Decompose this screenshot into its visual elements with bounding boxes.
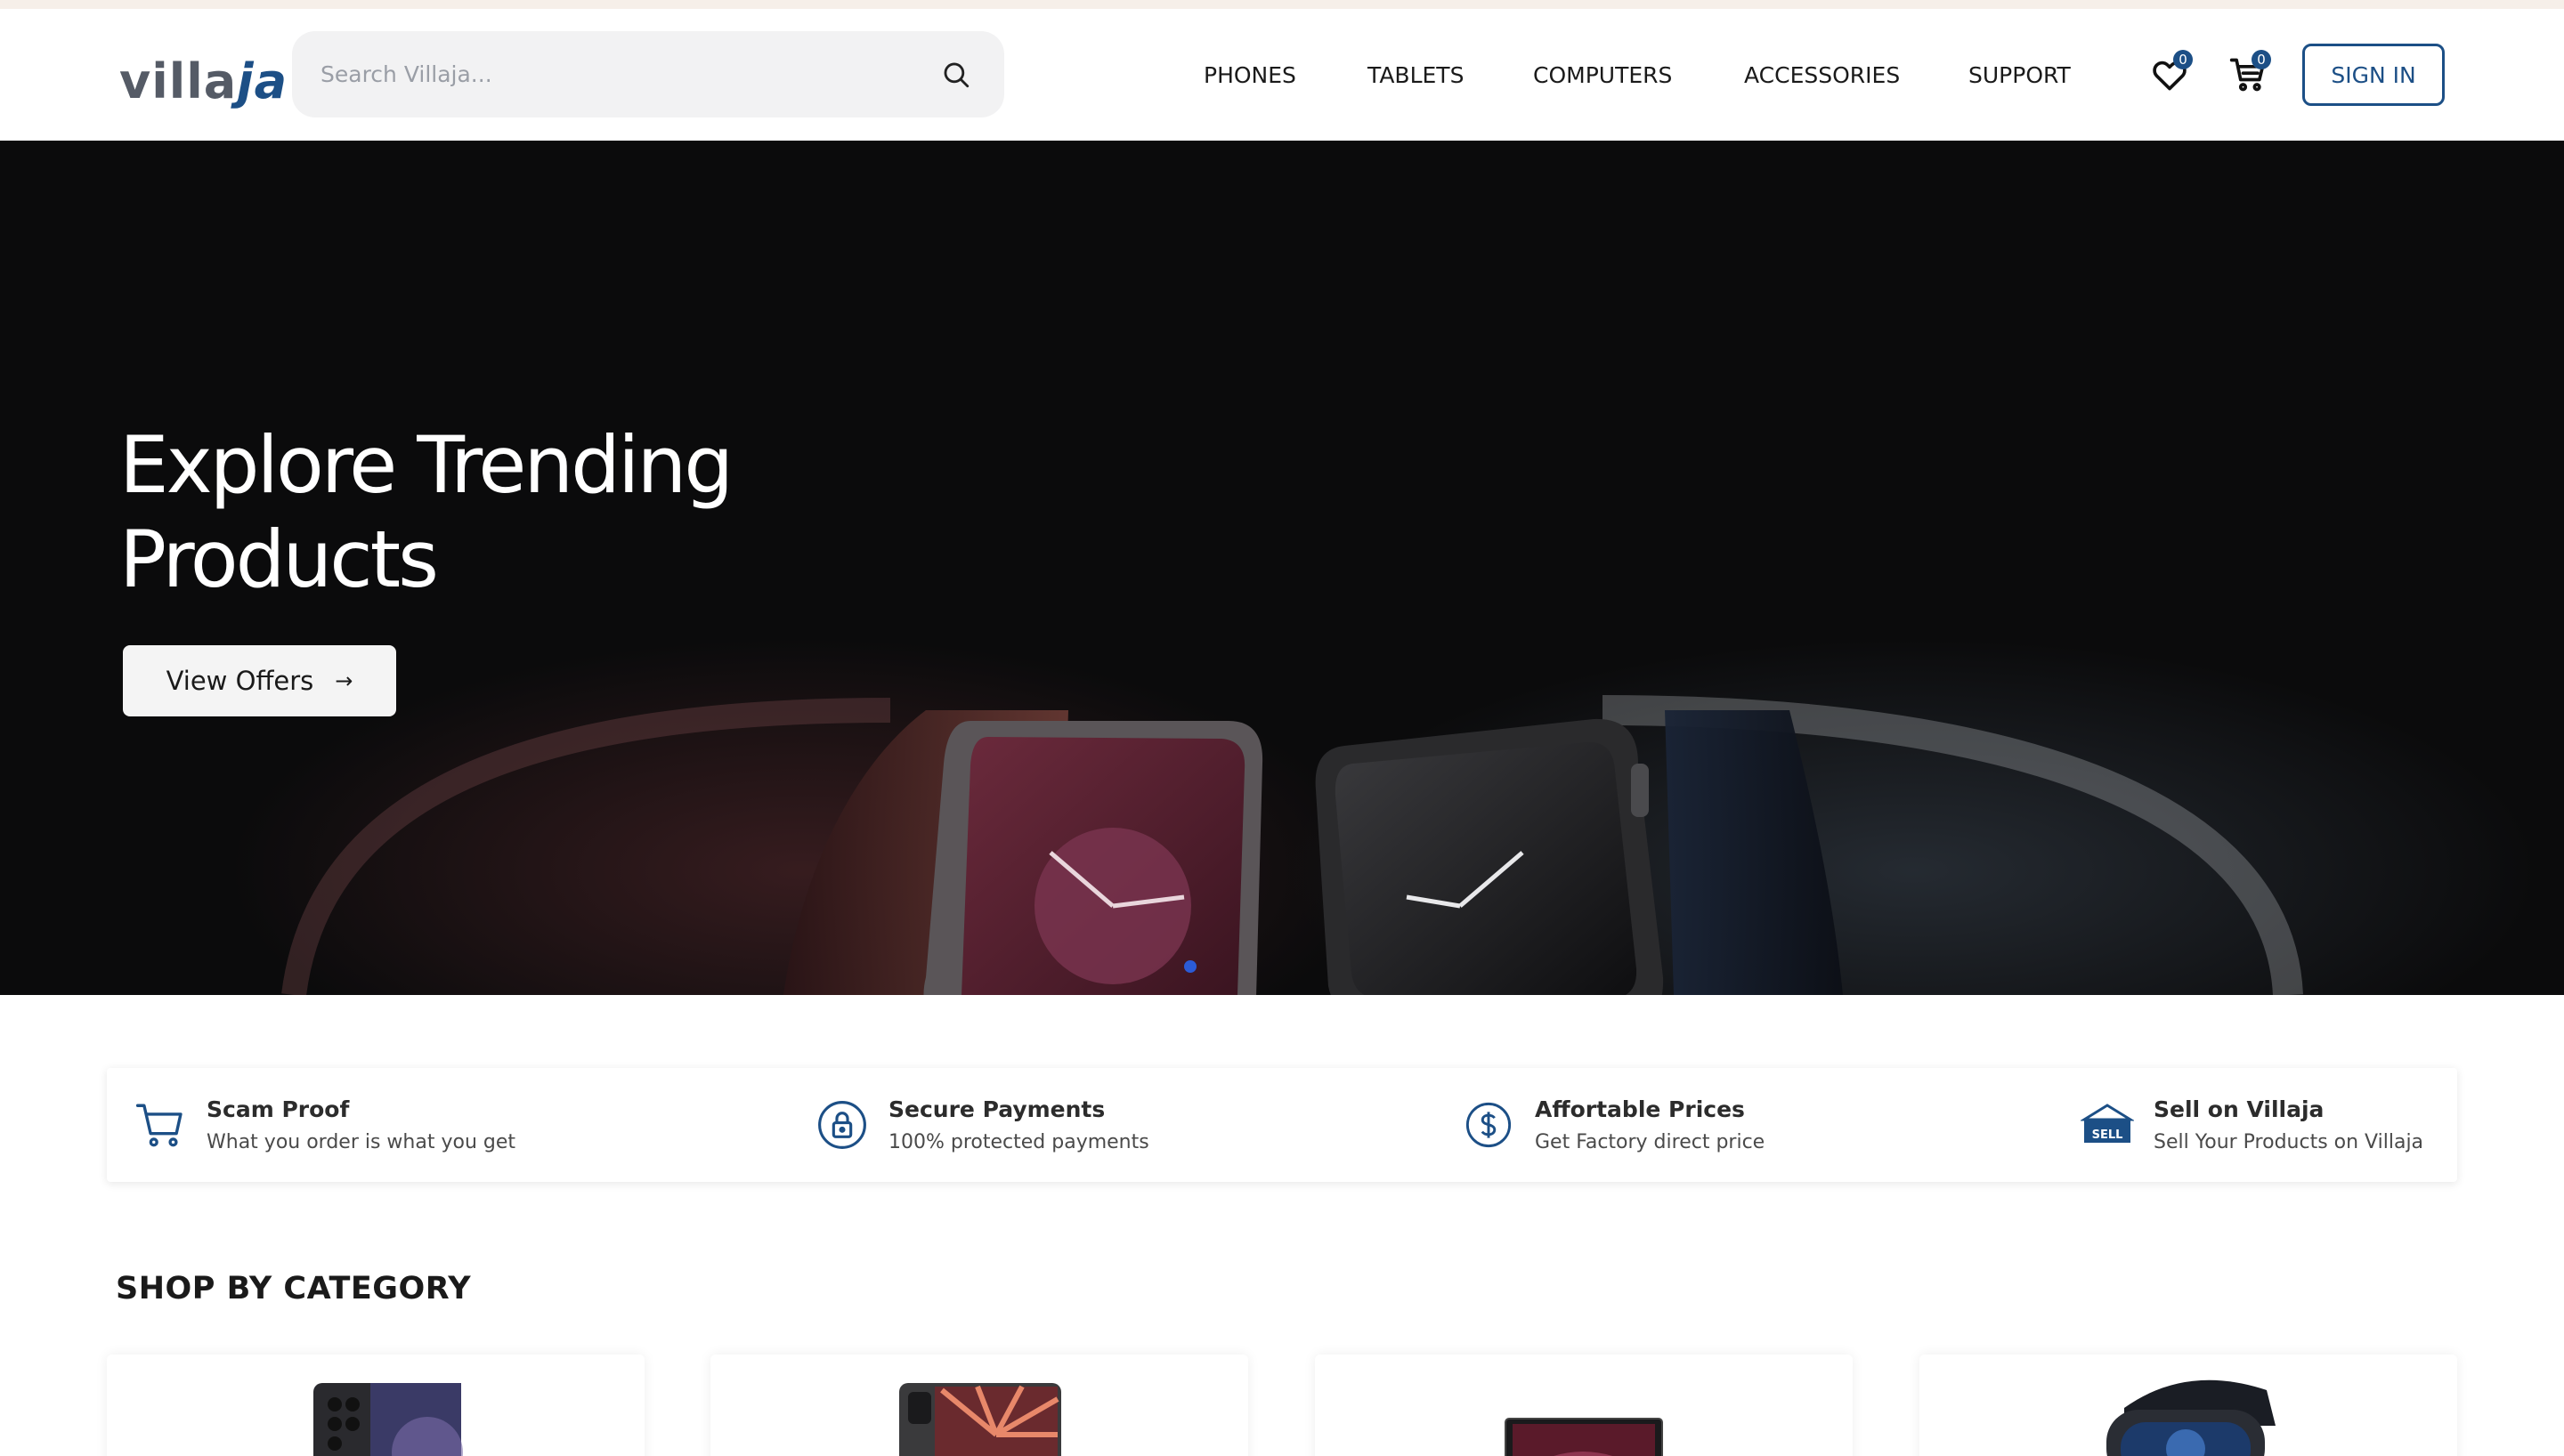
feature-affordable-prices: Affortable Prices Get Factory direct pri… (1462, 1088, 1765, 1162)
hero-heading: Explore Trending Products (119, 418, 921, 607)
nav-item-accessories: ACCESSORIES (1744, 9, 1900, 141)
lock-icon (815, 1098, 869, 1152)
sign-in-button[interactable]: SIGN IN (2302, 44, 2445, 106)
search-bar (292, 31, 1004, 117)
site-header: villaja PHONES TABLETS COMPUTERS ACCESSO… (0, 9, 2564, 141)
feature-sell-on-villaja: SELL Sell on Villaja Sell Your Products … (2081, 1088, 2423, 1162)
feature-subtitle: What you order is what you get (207, 1131, 516, 1153)
feature-title: Scam Proof (207, 1096, 350, 1122)
category-card-tablets[interactable] (710, 1355, 1248, 1456)
wishlist-button[interactable]: 0 (2143, 48, 2196, 101)
nav-link-phones[interactable]: PHONES (1204, 62, 1296, 88)
logo-text-accent: ja (237, 53, 288, 109)
carousel-indicator-dot[interactable] (1184, 960, 1197, 973)
hero-heading-line-2: Products (119, 514, 439, 605)
nav-link-tablets[interactable]: TABLETS (1367, 62, 1464, 88)
sell-store-icon: SELL (2081, 1098, 2134, 1152)
nav-link-support[interactable]: SUPPORT (1968, 62, 2071, 88)
hero-heading-line-1: Explore Trending (119, 419, 734, 511)
feature-title: Secure Payments (888, 1096, 1106, 1122)
wishlist-count-badge: 0 (2173, 50, 2193, 69)
search-input[interactable] (320, 31, 908, 117)
hero-banner: Explore Trending Products View Offers → (0, 141, 2564, 995)
nav-item-tablets: TABLETS (1367, 9, 1464, 141)
shop-by-category-heading: SHOP BY CATEGORY (116, 1271, 472, 1306)
phone-product-image (313, 1383, 463, 1456)
category-card-accessories[interactable] (1919, 1355, 2457, 1456)
laptop-product-image (1505, 1418, 1663, 1456)
feature-secure-payments: Secure Payments 100% protected payments (815, 1088, 1149, 1162)
arrow-right-icon: → (335, 668, 353, 693)
category-card-computers[interactable] (1315, 1355, 1853, 1456)
svg-text:SELL: SELL (2092, 1128, 2123, 1142)
feature-title: Sell on Villaja (2154, 1096, 2325, 1122)
nav-link-accessories[interactable]: ACCESSORIES (1744, 62, 1900, 88)
feature-subtitle: Sell Your Products on Villaja (2154, 1131, 2424, 1153)
top-accent-line (0, 0, 2564, 9)
feature-scam-proof: Scam Proof What you order is what you ge… (134, 1088, 515, 1162)
cart-button[interactable]: 0 (2221, 48, 2275, 101)
cart-icon (134, 1098, 187, 1152)
smartwatch-product-image (2106, 1379, 2276, 1456)
nav-item-phones: PHONES (1204, 9, 1296, 141)
logo-text-main: villa (119, 53, 238, 109)
search-icon[interactable] (938, 31, 974, 117)
tablet-product-image (899, 1383, 1061, 1456)
nav-link-computers[interactable]: COMPUTERS (1533, 62, 1672, 88)
villaja-logo[interactable]: villa ja (119, 50, 288, 112)
feature-subtitle: 100% protected payments (888, 1131, 1149, 1153)
nav-item-support: SUPPORT (1968, 9, 2071, 141)
view-offers-label: View Offers (166, 666, 314, 696)
feature-title: Affortable Prices (1535, 1096, 1745, 1122)
feature-subtitle: Get Factory direct price (1535, 1131, 1765, 1153)
cart-count-badge: 0 (2252, 50, 2271, 69)
view-offers-button[interactable]: View Offers → (123, 645, 396, 716)
category-card-phones[interactable] (107, 1355, 645, 1456)
dollar-icon (1462, 1098, 1515, 1152)
features-bar: Scam Proof What you order is what you ge… (107, 1068, 2457, 1182)
nav-item-computers: COMPUTERS (1533, 9, 1672, 141)
